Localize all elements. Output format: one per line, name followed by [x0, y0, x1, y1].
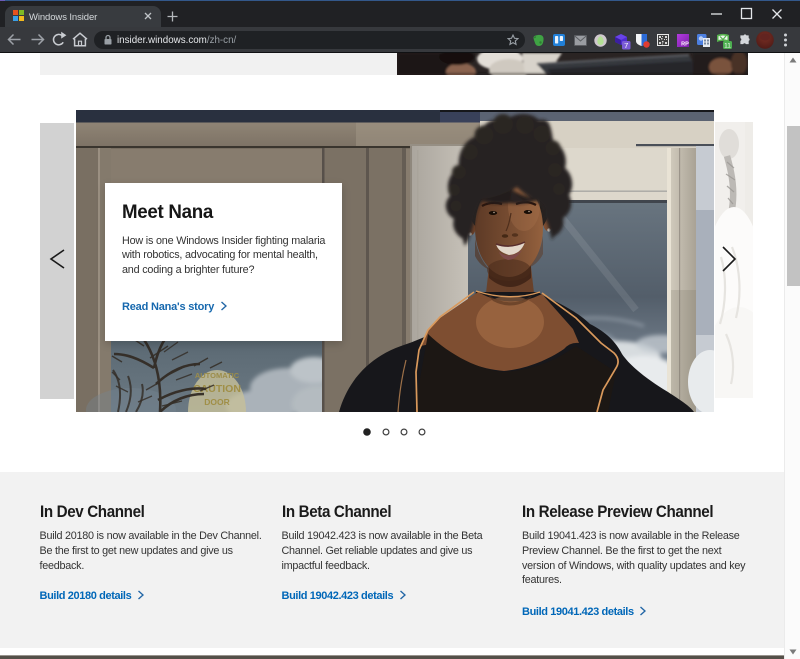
svg-text:7: 7	[624, 41, 628, 50]
svg-text:RP: RP	[681, 41, 689, 47]
svg-text:11: 11	[724, 42, 731, 49]
svg-text:AUTOMATIC: AUTOMATIC	[195, 371, 240, 380]
svg-text:DOOR: DOOR	[204, 397, 230, 407]
